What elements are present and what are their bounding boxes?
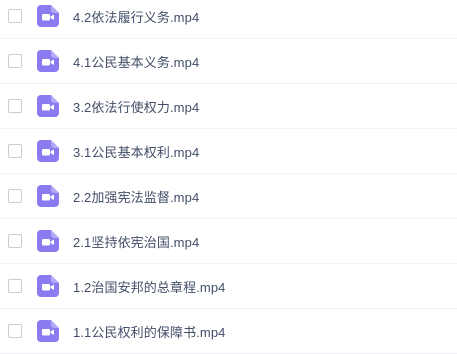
video-file-icon — [37, 140, 59, 162]
file-name[interactable]: 1.1公民权利的保障书.mp4 — [73, 322, 225, 341]
select-checkbox[interactable] — [8, 9, 22, 23]
list-item[interactable]: 4.1公民基本义务.mp4 — [0, 39, 457, 84]
select-checkbox[interactable] — [8, 279, 22, 293]
file-name[interactable]: 1.2治国安邦的总章程.mp4 — [73, 277, 225, 296]
list-item[interactable]: 2.1坚持依宪治国.mp4 — [0, 219, 457, 264]
video-file-icon — [37, 275, 59, 297]
select-checkbox[interactable] — [8, 99, 22, 113]
select-checkbox[interactable] — [8, 54, 22, 68]
list-item[interactable]: 3.2依法行使权力.mp4 — [0, 84, 457, 129]
video-file-icon — [37, 5, 59, 27]
file-name[interactable]: 3.1公民基本权利.mp4 — [73, 142, 199, 161]
select-checkbox[interactable] — [8, 234, 22, 248]
list-item[interactable]: 1.1公民权利的保障书.mp4 — [0, 309, 457, 354]
list-item[interactable]: 3.1公民基本权利.mp4 — [0, 129, 457, 174]
video-file-icon — [37, 230, 59, 252]
file-name[interactable]: 4.2依法履行义务.mp4 — [73, 7, 199, 26]
video-file-icon — [37, 95, 59, 117]
select-checkbox[interactable] — [8, 144, 22, 158]
file-name[interactable]: 2.2加强宪法监督.mp4 — [73, 187, 199, 206]
video-file-icon — [37, 320, 59, 342]
video-file-icon — [37, 50, 59, 72]
video-file-icon — [37, 185, 59, 207]
select-checkbox[interactable] — [8, 324, 22, 338]
file-name[interactable]: 4.1公民基本义务.mp4 — [73, 52, 199, 71]
list-item[interactable]: 2.2加强宪法监督.mp4 — [0, 174, 457, 219]
list-item[interactable]: 4.2依法履行义务.mp4 — [0, 0, 457, 39]
select-checkbox[interactable] — [8, 189, 22, 203]
list-item[interactable]: 1.2治国安邦的总章程.mp4 — [0, 264, 457, 309]
file-name[interactable]: 2.1坚持依宪治国.mp4 — [73, 232, 199, 251]
file-name[interactable]: 3.2依法行使权力.mp4 — [73, 97, 199, 116]
